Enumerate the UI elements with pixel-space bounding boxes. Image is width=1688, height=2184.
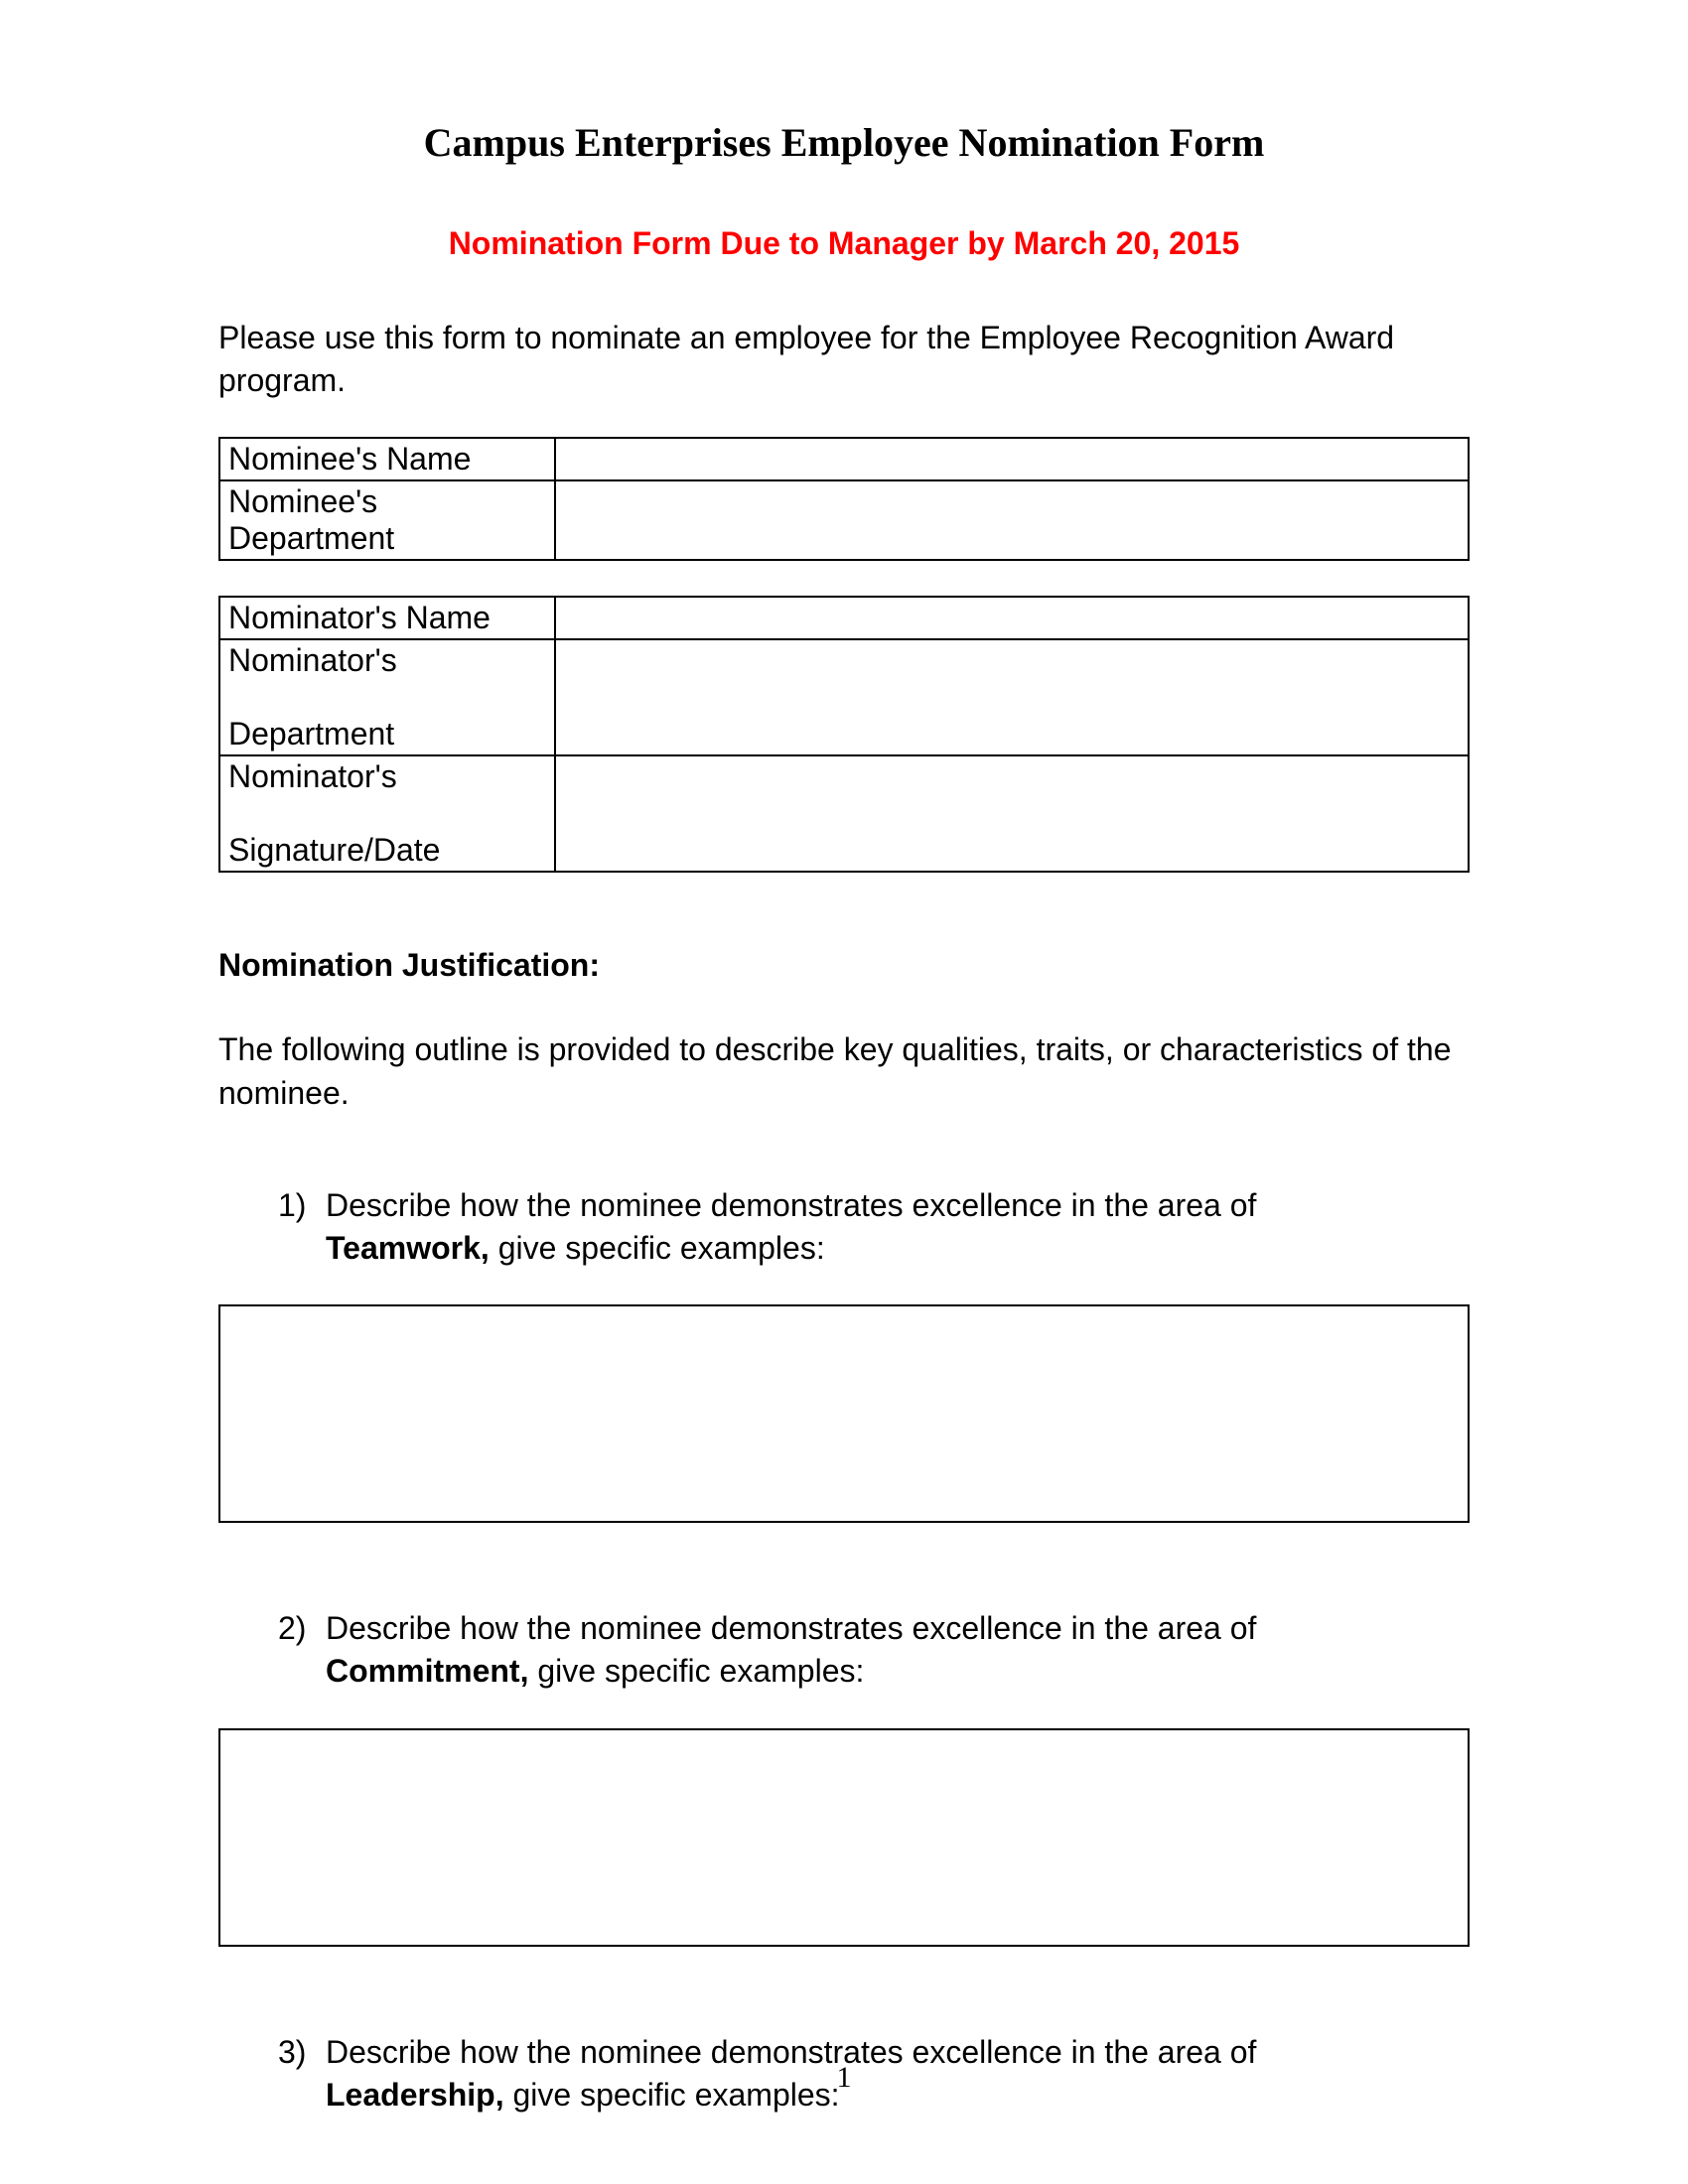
table-row: Nominee's Department xyxy=(219,480,1469,560)
question-2: 2)Describe how the nominee demonstrates … xyxy=(278,1607,1470,1693)
nominee-name-field[interactable] xyxy=(555,438,1469,480)
question-bold-term: Teamwork, xyxy=(326,1230,490,1266)
question-pretext: Describe how the nominee demonstrates ex… xyxy=(326,1610,1256,1646)
document-page: Campus Enterprises Employee Nomination F… xyxy=(0,0,1688,2184)
nominee-dept-label: Nominee's Department xyxy=(219,480,555,560)
nominee-name-label: Nominee's Name xyxy=(219,438,555,480)
question-posttext: give specific examples: xyxy=(528,1653,864,1689)
form-title: Campus Enterprises Employee Nomination F… xyxy=(218,119,1470,166)
table-row: Nominee's Name xyxy=(219,438,1469,480)
nominator-dept-field[interactable] xyxy=(555,639,1469,755)
question-number: 2) xyxy=(278,1607,326,1650)
label-line: Nominator's xyxy=(228,758,397,794)
justification-description: The following outline is provided to des… xyxy=(218,1028,1470,1114)
table-row: Nominator's Department xyxy=(219,639,1469,755)
question-bold-term: Commitment, xyxy=(326,1653,528,1689)
table-row: Nominator's Name xyxy=(219,597,1469,639)
justification-heading: Nomination Justification: xyxy=(218,947,1470,984)
question-posttext: give specific examples: xyxy=(490,1230,825,1266)
nominator-name-label: Nominator's Name xyxy=(219,597,555,639)
nominee-info-table: Nominee's Name Nominee's Department xyxy=(218,437,1470,561)
page-number: 1 xyxy=(0,2061,1688,2095)
nominee-dept-field[interactable] xyxy=(555,480,1469,560)
nominator-name-field[interactable] xyxy=(555,597,1469,639)
question-1-text: 1)Describe how the nominee demonstrates … xyxy=(278,1184,1470,1270)
intro-paragraph: Please use this form to nominate an empl… xyxy=(218,317,1470,402)
question-pretext: Describe how the nominee demonstrates ex… xyxy=(326,1187,1256,1223)
label-line: Department xyxy=(228,716,394,751)
table-row: Nominator's Signature/Date xyxy=(219,755,1469,872)
nominator-signature-label: Nominator's Signature/Date xyxy=(219,755,555,872)
answer-box-1[interactable] xyxy=(218,1304,1470,1523)
question-2-text: 2)Describe how the nominee demonstrates … xyxy=(278,1607,1470,1693)
nominator-info-table: Nominator's Name Nominator's Department … xyxy=(218,596,1470,873)
nominator-signature-field[interactable] xyxy=(555,755,1469,872)
answer-box-2[interactable] xyxy=(218,1728,1470,1947)
label-line: Signature/Date xyxy=(228,832,440,868)
question-1: 1)Describe how the nominee demonstrates … xyxy=(278,1184,1470,1270)
label-line: Nominator's xyxy=(228,642,397,678)
question-number: 1) xyxy=(278,1184,326,1227)
due-date-line: Nomination Form Due to Manager by March … xyxy=(218,225,1470,262)
nominator-dept-label: Nominator's Department xyxy=(219,639,555,755)
